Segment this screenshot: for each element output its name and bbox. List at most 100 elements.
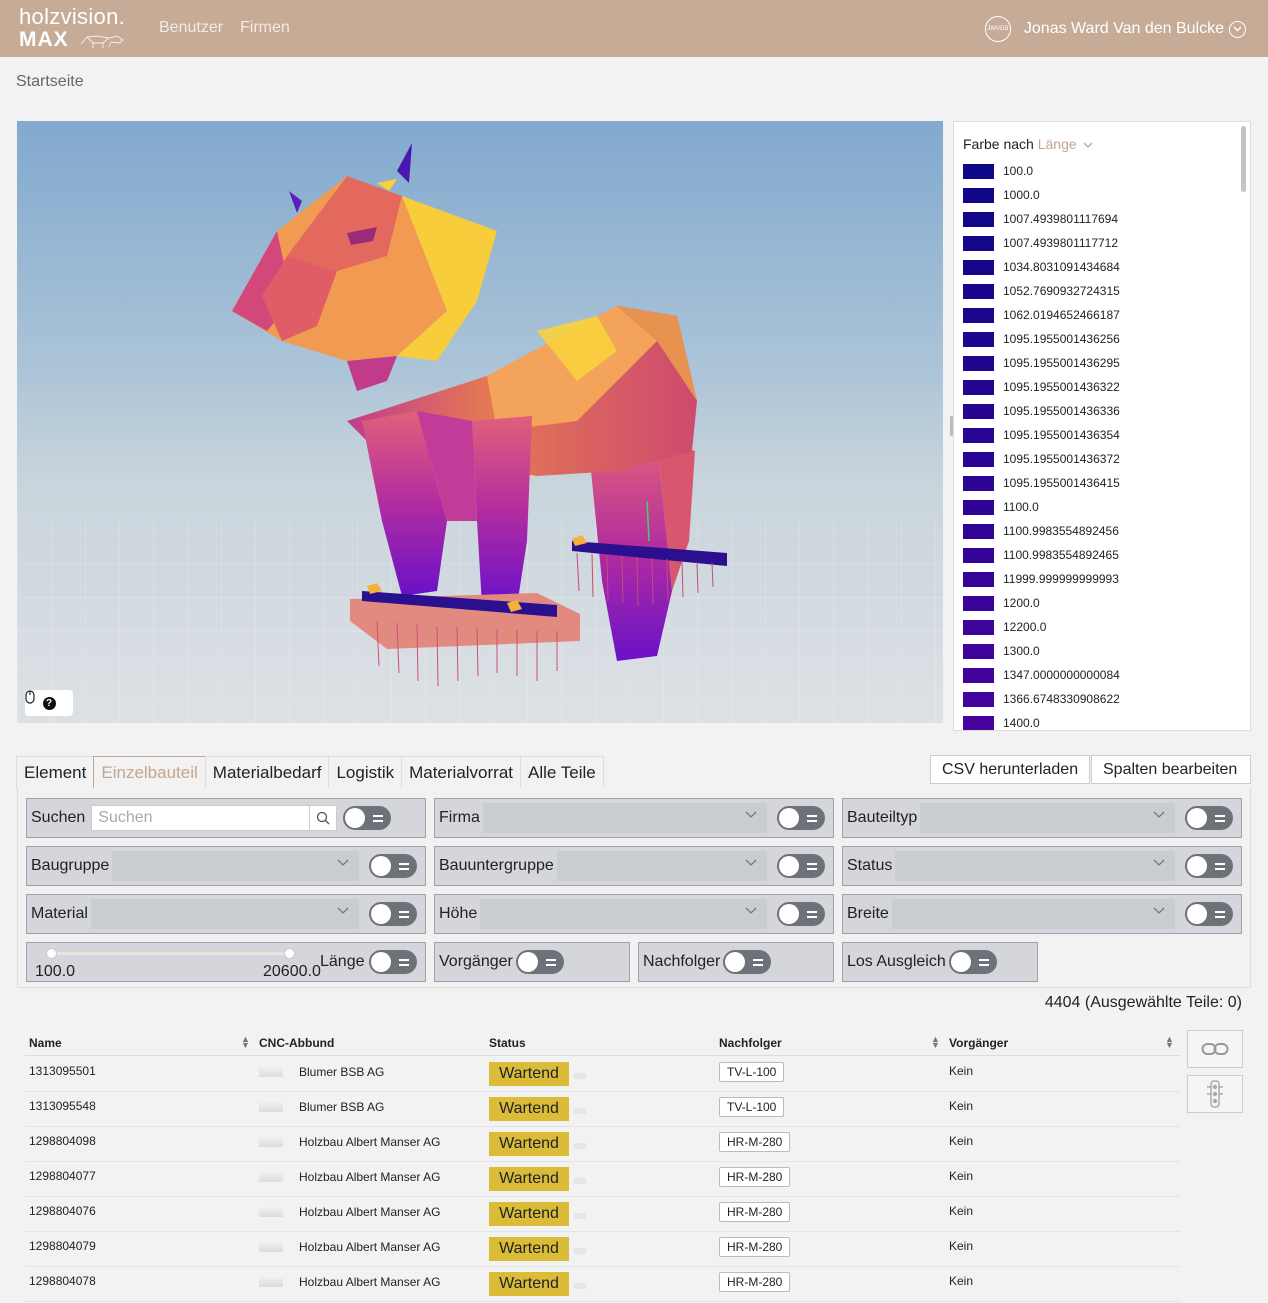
chevron-down-icon (1229, 20, 1246, 38)
nachfolger-tag[interactable]: TV-L-100 (719, 1097, 785, 1117)
table-row[interactable]: 1313095548 Blumer BSB AG Wartend TV-L-100 Ke… (25, 1092, 1180, 1127)
link-button[interactable] (1187, 1030, 1243, 1068)
tab-einzelbauteil[interactable]: Einzelbauteil (93, 756, 206, 789)
user-avatar: JWVDB (984, 16, 1011, 42)
table-row[interactable]: 1298804098 Holzbau Albert Manser AG Warten… (25, 1127, 1180, 1162)
nachfolger-tag[interactable]: HR-M-280 (719, 1272, 791, 1292)
filter-toggle[interactable] (777, 806, 825, 830)
legend-scrollbar[interactable] (1241, 126, 1246, 192)
legend-swatch (963, 427, 994, 443)
csv-download-button[interactable]: CSV herunterladen (930, 755, 1091, 784)
legend-swatch (963, 307, 994, 323)
help-icon[interactable]: ? (42, 696, 56, 710)
chevron-down-icon (1083, 142, 1093, 148)
nachfolger-tag[interactable]: TV-L-100 (719, 1062, 785, 1082)
table-row[interactable]: 1298804078 Holzbau Albert Manser AG Warten… (25, 1267, 1180, 1302)
filter-toggle[interactable] (1185, 806, 1233, 830)
legend-swatch (963, 379, 994, 395)
filter-toggle[interactable] (515, 950, 564, 974)
filter-toggle[interactable] (777, 854, 825, 878)
nachfolger-tag[interactable]: HR-M-280 (719, 1237, 791, 1257)
nachfolger-tag[interactable]: HR-M-280 (719, 1132, 791, 1152)
status-badge[interactable]: Wartend (489, 1237, 569, 1261)
slider-max-handle[interactable] (284, 948, 295, 959)
legend-attribute-select[interactable]: Länge (1038, 136, 1077, 152)
bauuntergruppe-select[interactable] (556, 851, 767, 881)
column-header-status[interactable]: Status (489, 1036, 526, 1050)
legend-swatch (963, 523, 994, 539)
legend-swatch (963, 331, 994, 347)
status-badge[interactable]: Wartend (489, 1062, 569, 1086)
status-badge[interactable]: Wartend (489, 1202, 569, 1226)
legend-item: 11999.999999999993 (963, 571, 1119, 587)
nav-firmen[interactable]: Firmen (240, 19, 290, 37)
breite-select[interactable] (891, 899, 1175, 929)
legend-item: 1200.0 (963, 595, 1040, 611)
status-select[interactable] (895, 851, 1175, 881)
filter-toggle[interactable] (369, 854, 417, 878)
filter-toggle[interactable] (777, 902, 825, 926)
tab-bar: Element Einzelbauteil Materialbedarf Log… (16, 756, 604, 789)
logo[interactable]: holzvision. MAX (19, 4, 126, 51)
edit-columns-button[interactable]: Spalten bearbeiten (1091, 755, 1251, 784)
mouse-icon[interactable] (25, 690, 35, 704)
tab-alle-teile[interactable]: Alle Teile (520, 756, 604, 789)
filter-toggle[interactable] (343, 806, 392, 830)
baugruppe-select[interactable] (112, 851, 359, 881)
legend-header[interactable]: Farbe nach Länge (963, 136, 1093, 152)
column-header-vorgaenger[interactable]: Vorgänger (949, 1036, 1008, 1050)
search-icon[interactable] (309, 806, 336, 830)
user-menu[interactable]: JWVDB Jonas Ward Van den Bulcke (984, 15, 1246, 43)
logo-text: holzvision. (19, 4, 126, 29)
breadcrumb[interactable]: Startseite (16, 73, 84, 91)
tab-materialbedarf[interactable]: Materialbedarf (204, 756, 330, 789)
nachfolger-tag[interactable]: HR-M-280 (719, 1167, 791, 1187)
table-row[interactable]: 1298804079 Holzbau Albert Manser AG Warten… (25, 1232, 1180, 1267)
traffic-light-button[interactable] (1187, 1075, 1243, 1113)
cell-vorgaenger: Kein (949, 1064, 974, 1078)
filter-toggle[interactable] (369, 950, 417, 974)
table-row[interactable]: 1313095501 Blumer BSB AG Wartend TV-L-100 Ke… (25, 1057, 1180, 1092)
firma-select[interactable] (482, 803, 767, 833)
status-badge[interactable]: Wartend (489, 1167, 569, 1191)
filter-toggle[interactable] (1185, 902, 1233, 926)
table-row[interactable]: 1298804077 Holzbau Albert Manser AG Warten… (25, 1162, 1180, 1197)
sort-icon[interactable]: ▲ ▼ (1165, 1035, 1174, 1050)
filter-los-ausgleich: Los Ausgleich (842, 942, 1038, 982)
status-badge[interactable]: Wartend (489, 1132, 569, 1156)
sort-icon[interactable]: ▲ ▼ (241, 1035, 250, 1050)
status-badge[interactable]: Wartend (489, 1097, 569, 1121)
filter-label: Länge (320, 953, 365, 970)
filter-baugruppe: Baugruppe (26, 846, 426, 886)
cell-cnc: Blumer BSB AG (299, 1065, 385, 1079)
status-badge[interactable]: Wartend (489, 1272, 569, 1296)
material-select[interactable] (90, 899, 359, 929)
filter-vorgaenger: Vorgänger (434, 942, 630, 982)
column-header-nachfolger[interactable]: Nachfolger (719, 1036, 782, 1050)
table-row[interactable]: 1298804076 Holzbau Albert Manser AG Warten… (25, 1197, 1180, 1232)
column-header-name[interactable]: Name (29, 1036, 62, 1050)
3d-viewer[interactable]: ? (17, 121, 943, 723)
slider-min-handle[interactable] (46, 948, 57, 959)
legend-item: 1095.1955001436295 (963, 355, 1120, 371)
filter-toggle[interactable] (1185, 854, 1233, 878)
filter-panel: Suchen Suchen Firma Bauteiltyp Baugruppe… (17, 788, 1251, 988)
cnc-thumbnail-icon (259, 1275, 283, 1287)
column-header-cnc[interactable]: CNC-Abbund (259, 1036, 334, 1050)
nav-benutzer[interactable]: Benutzer (159, 19, 223, 37)
filter-toggle[interactable] (723, 950, 772, 974)
tab-materialvorrat[interactable]: Materialvorrat (401, 756, 522, 789)
filter-toggle[interactable] (369, 902, 417, 926)
laenge-range-slider[interactable] (46, 948, 295, 959)
bauteiltyp-select[interactable] (920, 803, 1175, 833)
nachfolger-tag[interactable]: HR-M-280 (719, 1202, 791, 1222)
tab-logistik[interactable]: Logistik (328, 756, 403, 789)
hoehe-select[interactable] (480, 899, 767, 929)
tab-element[interactable]: Element (16, 756, 95, 789)
sort-icon[interactable]: ▲ ▼ (931, 1035, 940, 1050)
cell-cnc: Blumer BSB AG (299, 1100, 385, 1114)
search-input[interactable]: Suchen (91, 805, 338, 831)
filter-label: Nachfolger (643, 953, 721, 970)
legend-value: 1095.1955001436336 (1003, 404, 1120, 418)
filter-toggle[interactable] (948, 950, 997, 974)
